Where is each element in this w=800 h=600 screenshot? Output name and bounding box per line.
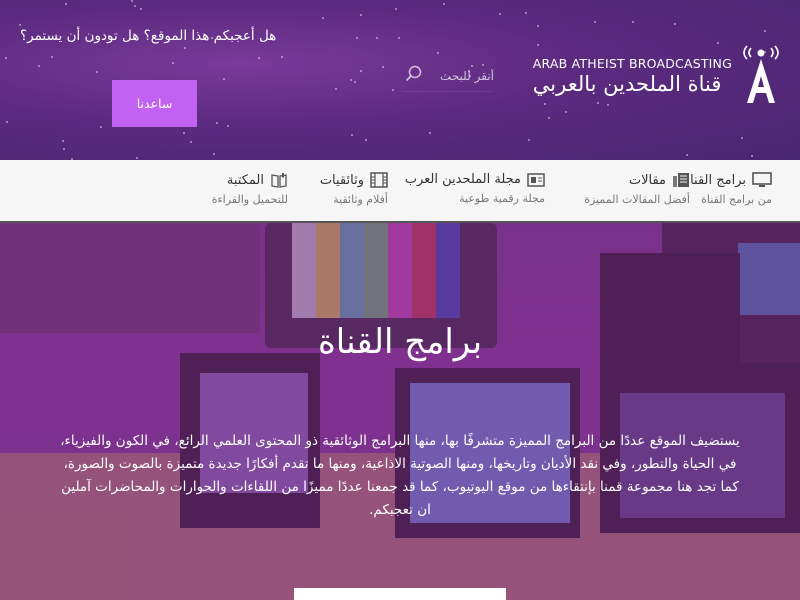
star-dot (216, 122, 218, 124)
star-dot (537, 25, 539, 27)
nav-title: وثائقيات (319, 172, 364, 188)
hero-description: يستضيف الموقع عددًا من البرامج المميزة م… (60, 433, 740, 518)
star-dot (172, 62, 174, 64)
nav-subtitle: أفضل المقالات المميزة (584, 193, 690, 206)
star-dot (741, 137, 743, 139)
logo-text: ARAB ATHEIST BROADCASTING قناة الملحدين … (533, 56, 732, 96)
nav-subtitle: للتحميل والقراءة (211, 193, 288, 206)
star-dot (350, 79, 352, 81)
star-dot (281, 56, 283, 58)
star-dot (134, 5, 136, 7)
help-us-button[interactable]: ساعدنا (112, 80, 197, 127)
search-icon[interactable] (404, 64, 424, 84)
nav-title: المكتبة (226, 172, 264, 188)
star-dot (674, 23, 676, 25)
magazine-icon (527, 172, 545, 187)
logo-arabic-name: قناة الملحدين بالعربي (532, 72, 722, 96)
star-dot (429, 132, 431, 134)
star-dot (65, 3, 67, 5)
nav-subtitle: أفلام وثائقية (333, 193, 388, 206)
star-dot (63, 148, 65, 150)
star-dot (19, 24, 21, 26)
star-dot (356, 37, 358, 39)
star-dot (395, 8, 397, 10)
star-dot (335, 88, 337, 90)
nav-item-programs[interactable]: برامج القناة من برامج القناة (683, 172, 772, 216)
support-question: هل أعجبكم هذا الموقع؟ هل تودون أن يستمر؟ (20, 28, 277, 44)
star-dot (223, 78, 225, 80)
main-navigation: برامج القناة من برامج القناة مقالات أفضل… (0, 160, 800, 223)
star-dot (392, 89, 394, 91)
document-icon (673, 173, 689, 187)
star-dot (183, 132, 185, 134)
star-dot (6, 121, 8, 123)
hero-title: برامج القناة (317, 322, 483, 362)
star-dot (398, 37, 400, 39)
star-dot (686, 154, 688, 156)
nav-subtitle: من برامج القناة (701, 193, 772, 206)
star-dot (5, 57, 7, 59)
star-dot (376, 37, 378, 39)
star-dot (51, 56, 53, 58)
star-dot (213, 153, 215, 155)
logo-english-name: ARAB ATHEIST BROADCASTING (532, 56, 732, 71)
star-dot (525, 12, 527, 14)
star-dot (131, 0, 133, 2)
nav-item-articles[interactable]: مقالات أفضل المقالات المميزة (584, 172, 690, 216)
star-dot (437, 52, 439, 54)
star-dot (38, 65, 40, 67)
hero-section (0, 223, 800, 600)
star-dot (382, 66, 384, 68)
nav-item-documentaries[interactable]: وثائقيات أفلام وثائقية (320, 172, 388, 216)
search-box (402, 60, 494, 92)
site-logo[interactable]: ARAB ATHEIST BROADCASTING قناة الملحدين … (533, 44, 780, 108)
star-dot (360, 70, 362, 72)
search-input[interactable] (422, 64, 494, 88)
star-dot (354, 81, 356, 83)
nav-subtitle: مجلة رقمية طوعية (459, 192, 545, 205)
star-dot (360, 14, 362, 16)
star-dot (258, 57, 260, 59)
star-dot (499, 13, 501, 15)
film-icon (370, 172, 388, 188)
broadcast-a-logo-icon (743, 45, 779, 103)
star-dot (190, 141, 192, 143)
monitor-icon (752, 172, 772, 187)
nav-item-library[interactable]: المكتبة للتحميل والقراءة (212, 172, 288, 216)
star-dot (548, 117, 550, 119)
star-dot (365, 139, 367, 141)
star-dot (136, 157, 138, 159)
star-dot (528, 139, 530, 141)
star-dot (764, 30, 766, 32)
star-dot (100, 126, 102, 128)
star-dot (322, 17, 324, 19)
star-dot (751, 155, 753, 157)
star-dot (565, 111, 567, 113)
star-dot (62, 140, 64, 142)
star-dot (443, 3, 445, 5)
book-icon (271, 173, 287, 188)
hero-button[interactable] (294, 588, 506, 600)
nav-title: برامج القناة (683, 172, 746, 188)
star-dot (96, 71, 98, 73)
nav-title: مجلة الملحدين العرب (404, 172, 521, 187)
star-dot (184, 47, 186, 49)
nav-item-magazine[interactable]: مجلة الملحدين العرب مجلة رقمية طوعية (405, 172, 545, 216)
star-dot (227, 125, 229, 127)
star-dot (594, 21, 596, 23)
hero-overlay (0, 223, 800, 600)
star-dot (632, 21, 634, 23)
site-header: ARAB ATHEIST BROADCASTING قناة الملحدين … (0, 0, 800, 160)
star-dot (351, 134, 353, 136)
nav-title: مقالات (628, 172, 666, 188)
star-dot (140, 8, 142, 10)
